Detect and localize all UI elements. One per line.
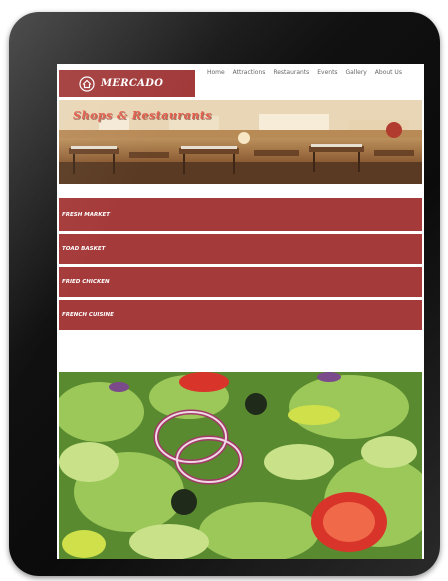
brand-name: MERCADO (101, 78, 164, 89)
menu-item-label: FRENCH CUISINE (62, 312, 114, 318)
menu-item-label: FRESH MARKET (62, 211, 110, 218)
nav-attractions[interactable]: Attractions (233, 69, 266, 76)
tablet-screen: MERCADO Home Attractions Restaurants Eve… (57, 64, 424, 559)
nav-restaurants[interactable]: Restaurants (273, 69, 309, 76)
menu-item-label: FRIED CHICKEN (62, 279, 110, 285)
site-header: MERCADO Home Attractions Restaurants Eve… (57, 64, 424, 100)
top-nav: Home Attractions Restaurants Events Gall… (207, 68, 417, 77)
salad-image (59, 372, 422, 559)
salad-photo (59, 372, 422, 559)
menu-item-toad-basket[interactable]: TOAD BASKET (59, 234, 422, 264)
banner-title: Shops & Restaurants (73, 109, 212, 122)
house-icon (79, 75, 95, 92)
tablet-frame: MERCADO Home Attractions Restaurants Eve… (9, 12, 440, 576)
nav-events[interactable]: Events (317, 69, 337, 76)
menu-item-french-cuisine[interactable]: FRENCH CUISINE (59, 300, 422, 330)
menu-item-label: TOAD BASKET (62, 246, 106, 252)
hero-banner: Shops & Restaurants (59, 100, 422, 184)
logo[interactable]: MERCADO (59, 70, 195, 97)
category-menu: FRESH MARKET TOAD BASKET FRIED CHICKEN F… (59, 198, 422, 333)
nav-about[interactable]: About Us (375, 69, 402, 76)
menu-item-fried-chicken[interactable]: FRIED CHICKEN (59, 267, 422, 297)
nav-home[interactable]: Home (207, 69, 225, 76)
menu-item-fresh-market[interactable]: FRESH MARKET (59, 198, 422, 231)
nav-gallery[interactable]: Gallery (345, 69, 366, 76)
